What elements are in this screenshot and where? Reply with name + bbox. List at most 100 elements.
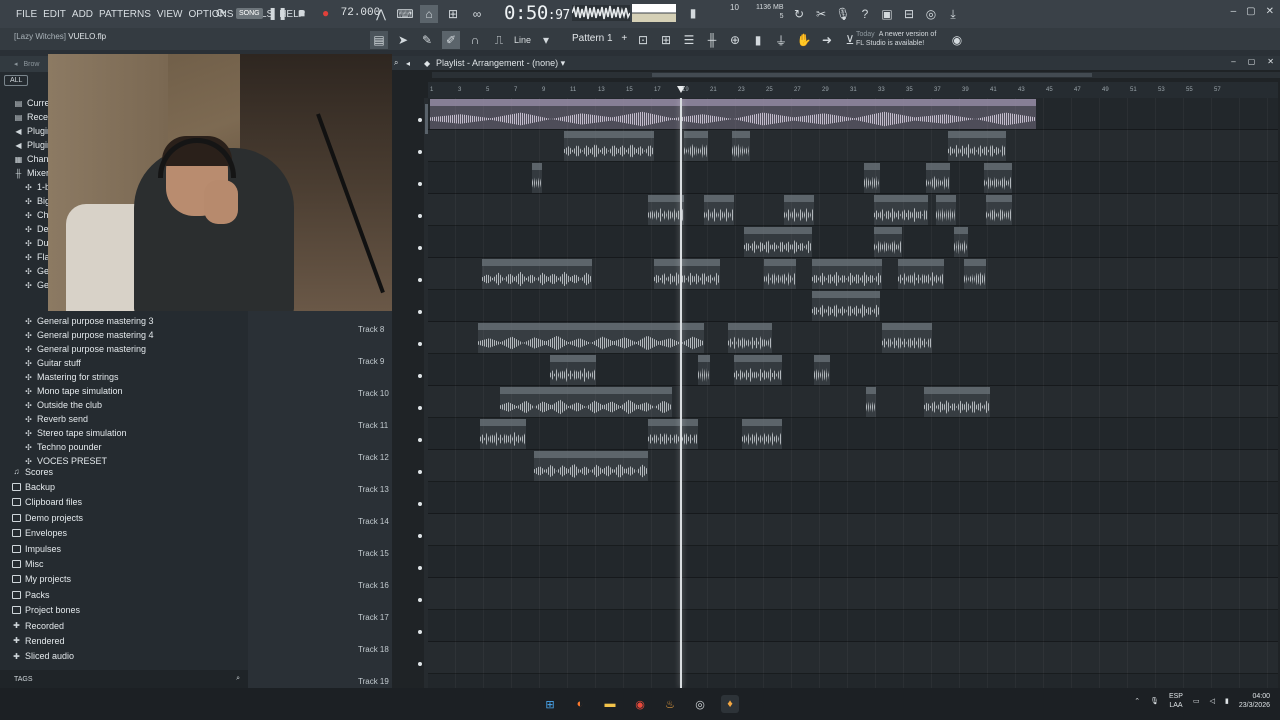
undo-icon[interactable]: ↻ xyxy=(790,5,808,23)
folder-project-bones[interactable]: Project bones xyxy=(0,603,244,618)
track-lane[interactable] xyxy=(428,514,1278,546)
audio-clip[interactable] xyxy=(532,163,542,193)
audio-clip[interactable] xyxy=(764,259,796,289)
loop-record-icon[interactable]: ⟳ xyxy=(212,4,230,22)
track-header[interactable]: Track 17 xyxy=(358,610,428,642)
track-mute-led[interactable] xyxy=(418,182,422,186)
mixer-view-icon[interactable]: ╫ xyxy=(703,31,721,49)
piano-roll-icon[interactable]: ⊞ xyxy=(657,31,675,49)
track-mute-led[interactable] xyxy=(418,374,422,378)
audio-clip[interactable] xyxy=(964,259,986,289)
menu-add[interactable]: ADD xyxy=(72,9,93,20)
track-header[interactable]: Track 10 xyxy=(358,386,428,418)
track-mute-led[interactable] xyxy=(418,310,422,314)
menu-view[interactable]: VIEW xyxy=(157,9,183,20)
network-icon[interactable]: ▭ xyxy=(1193,697,1200,705)
metronome-icon[interactable]: ⋀ xyxy=(372,5,390,23)
template-icon[interactable]: ▮ xyxy=(749,31,767,49)
online-icon[interactable]: ◉ xyxy=(948,31,966,49)
plugin-picker-icon[interactable]: ⊕ xyxy=(726,31,744,49)
menu-grid-icon[interactable]: ▤ xyxy=(370,31,388,49)
audio-clip[interactable]: untitled...nsert 2 xyxy=(812,259,882,289)
track-header[interactable] xyxy=(358,226,428,258)
audio-clip[interactable] xyxy=(704,195,734,225)
master-audio-clip[interactable]: Y2meta.app - Freestyle Boom Bap Beat _ E… xyxy=(430,99,1036,129)
track-lanes[interactable]: Y2meta.app - Freestyle Boom Bap Beat _ E… xyxy=(428,98,1278,688)
tags-label[interactable]: TAGS xyxy=(14,676,33,683)
save-icon[interactable]: ▣ xyxy=(878,5,896,23)
track-header[interactable]: Track 14 xyxy=(358,514,428,546)
track-mute-led[interactable] xyxy=(418,438,422,442)
playlist-tool-icon[interactable]: ◆ xyxy=(424,59,430,68)
windows-start-icon[interactable]: ⊞ xyxy=(541,695,559,713)
touch-icon[interactable]: ✋ xyxy=(795,31,813,49)
track-mute-led[interactable] xyxy=(418,342,422,346)
audio-clip[interactable]: untitl...sert 2 xyxy=(874,195,928,225)
mixer-preset[interactable]: ✣ Reverb send xyxy=(0,412,244,426)
track-mute-led[interactable] xyxy=(418,502,422,506)
folder-rendered[interactable]: ✚ Rendered xyxy=(0,633,244,648)
track-lane[interactable] xyxy=(428,162,1278,194)
search-icon[interactable]: ⌕ xyxy=(236,675,240,683)
chat-icon[interactable]: ◎ xyxy=(922,5,940,23)
audio-clip[interactable] xyxy=(882,323,932,353)
arrangement-select[interactable]: (none) xyxy=(532,58,558,68)
mixer-preset[interactable]: ✣ General purpose mastering 4 xyxy=(0,328,244,342)
track-mute-led[interactable] xyxy=(418,566,422,570)
track-header[interactable] xyxy=(358,162,428,194)
audio-clip[interactable] xyxy=(648,195,684,225)
folder-misc[interactable]: Misc xyxy=(0,556,244,571)
maximize-icon[interactable]: ▢ xyxy=(1246,6,1255,17)
track-mute-led[interactable] xyxy=(418,278,422,282)
mixer-preset[interactable]: ✣ Techno pounder xyxy=(0,440,244,454)
track-header[interactable]: Track 15 xyxy=(358,546,428,578)
chrome-icon[interactable]: ◉ xyxy=(631,695,649,713)
track-lane[interactable] xyxy=(428,642,1278,674)
folder-packs[interactable]: Packs xyxy=(0,587,244,602)
track-mute-led[interactable] xyxy=(418,534,422,538)
audio-clip[interactable]: unt...2 xyxy=(784,195,814,225)
track-header[interactable]: Track 12 xyxy=(358,450,428,482)
cut-icon[interactable]: ✂ xyxy=(812,5,830,23)
audio-clip[interactable]: VU xyxy=(874,227,902,257)
audio-clip[interactable] xyxy=(654,259,720,289)
menu-file[interactable]: FILE xyxy=(16,9,37,20)
mixer-preset[interactable]: ✣ Outside the club xyxy=(0,398,244,412)
track-lane[interactable] xyxy=(428,418,1278,450)
audio-clip[interactable] xyxy=(684,131,708,161)
folder-envelopes[interactable]: Envelopes xyxy=(0,526,244,541)
audio-clip[interactable] xyxy=(698,355,710,385)
chevron-up-icon[interactable]: ⌃ xyxy=(1134,697,1140,705)
file-explorer-icon[interactable]: ▬ xyxy=(601,695,619,713)
microphone-icon[interactable]: 🎙 xyxy=(834,5,852,23)
audio-clip[interactable]: unt...rt 2 xyxy=(728,323,772,353)
folder-impulses[interactable]: Impulses xyxy=(0,541,244,556)
track-header[interactable]: Track 13 xyxy=(358,482,428,514)
audio-clip[interactable] xyxy=(648,419,698,449)
track-lane[interactable] xyxy=(428,578,1278,610)
track-lane[interactable] xyxy=(428,674,1278,688)
pattern-select[interactable]: Pattern 1 + xyxy=(572,33,627,44)
audio-clip[interactable] xyxy=(864,163,880,193)
chevron-down-icon[interactable]: ▾ xyxy=(561,58,566,68)
pause-button[interactable]: ❚❚ xyxy=(268,4,288,22)
audio-clip[interactable]: unt...rt 2 xyxy=(948,131,1006,161)
audio-clip[interactable] xyxy=(936,195,956,225)
snap-icon[interactable]: ⎍ xyxy=(490,31,508,49)
audio-clip[interactable] xyxy=(926,163,950,193)
filter-all-button[interactable]: ALL xyxy=(4,75,29,86)
battery-icon[interactable]: ▮ xyxy=(1225,697,1229,705)
mixer-preset[interactable]: ✣ Mastering for strings xyxy=(0,370,244,384)
track-lane[interactable] xyxy=(428,194,1278,226)
track-header[interactable] xyxy=(358,258,428,290)
pencil-icon[interactable]: ✎ xyxy=(418,31,436,49)
wait-input-icon[interactable]: ⌨ xyxy=(396,5,414,23)
audio-clip[interactable]: untitle_sert 2 xyxy=(482,259,592,289)
track-mute-led[interactable] xyxy=(418,118,422,122)
playlist-arrow-icon[interactable]: ◂ xyxy=(406,59,410,68)
mixer-icon[interactable]: ⊟ xyxy=(900,5,918,23)
brush-icon[interactable]: ✐ xyxy=(442,31,460,49)
mixer-preset[interactable]: ✣ Guitar stuff xyxy=(0,356,244,370)
audio-clip[interactable] xyxy=(744,227,812,257)
step-edit-icon[interactable]: ⊞ xyxy=(444,5,462,23)
